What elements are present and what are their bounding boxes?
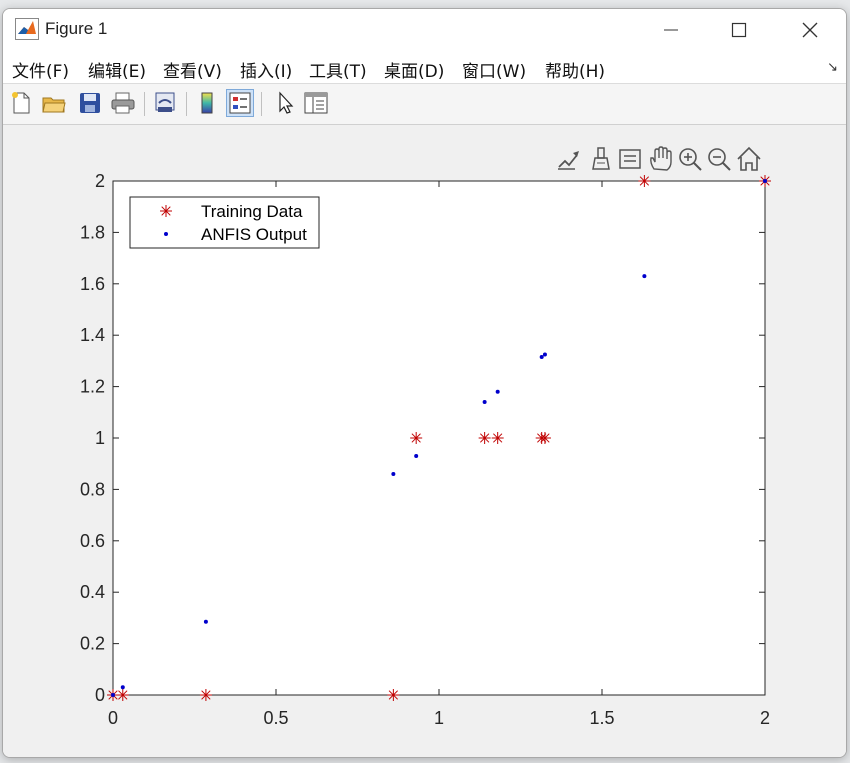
legend-button[interactable] — [226, 89, 254, 117]
figure-toolbar — [3, 84, 846, 125]
link-plot-button[interactable] — [151, 89, 179, 117]
maximize-icon — [731, 22, 747, 38]
maximize-button[interactable] — [716, 9, 762, 51]
open-file-icon — [42, 97, 66, 113]
legend-icon — [229, 92, 251, 114]
legend[interactable]: Training Data ANFIS Output — [129, 196, 320, 249]
x-tick-label: 1.5 — [589, 708, 614, 728]
axes-box — [112, 180, 766, 696]
menu-insert[interactable]: 插入(I) — [240, 57, 292, 82]
menu-window[interactable]: 窗口(W) — [462, 57, 526, 82]
anfis-output-point — [495, 389, 500, 394]
legend-entry-label: ANFIS Output — [201, 225, 307, 244]
matlab-logo-icon — [15, 18, 39, 40]
anfis-output-point — [414, 453, 419, 458]
menu-edit[interactable]: 编辑(E) — [88, 57, 146, 82]
training-data-point — [538, 432, 551, 444]
title-bar[interactable]: Figure 1 — [3, 9, 846, 51]
anfis-output-point — [203, 619, 208, 624]
figure-window: Figure 1 文件(F) 编辑(E) 查看(V) 插入(I) 工具(T) 桌… — [2, 8, 847, 758]
training-data-point — [387, 689, 400, 701]
minimize-icon — [664, 29, 678, 31]
open-file-button[interactable] — [40, 89, 68, 117]
y-tick-label: 1.2 — [80, 377, 105, 397]
save-icon — [80, 93, 100, 113]
plot-area[interactable]: 0 0.5 1 1.5 2 0 0.2 0.4 0.6 0.8 1 1.2 1.4 1.6 1.8 2 Tr… — [3, 125, 846, 757]
y-tick-label: 0.2 — [80, 634, 105, 654]
menu-help[interactable]: 帮助(H) — [545, 57, 605, 82]
colorbar-button[interactable] — [193, 89, 221, 117]
window-title: Figure 1 — [45, 19, 108, 38]
close-icon — [802, 22, 818, 38]
select-pointer-icon — [279, 91, 294, 114]
y-tick-labels: 0 0.2 0.4 0.6 0.8 1 1.2 1.4 1.6 1.8 2 — [80, 171, 105, 705]
y-tick-label: 1.8 — [80, 222, 105, 242]
minimize-button[interactable] — [648, 9, 694, 51]
legend-marker-anfis — [164, 232, 168, 236]
menu-tools[interactable]: 工具(T) — [309, 57, 367, 82]
x-tick-label: 0.5 — [263, 708, 288, 728]
anfis-output-point — [482, 400, 487, 405]
dock-arrow-icon[interactable]: ↘ — [827, 60, 838, 75]
colorbar-icon — [201, 92, 213, 114]
menu-desktop[interactable]: 桌面(D) — [384, 57, 444, 82]
anfis-output-point — [642, 274, 647, 279]
property-inspector-icon — [304, 92, 328, 114]
new-figure-button[interactable] — [7, 89, 35, 117]
anfis-output-point — [542, 352, 547, 357]
y-tick-label: 1 — [95, 428, 105, 448]
anfis-output-point — [763, 179, 767, 183]
training-data-point — [410, 432, 423, 444]
training-data-point — [638, 175, 651, 187]
menu-view[interactable]: 查看(V) — [163, 57, 222, 82]
y-tick-label: 0.6 — [80, 531, 105, 551]
x-tick-label: 2 — [760, 708, 770, 728]
x-tick-label: 0 — [108, 708, 118, 728]
new-figure-icon — [12, 92, 30, 114]
legend-entry-label: Training Data — [201, 202, 303, 221]
close-button[interactable] — [787, 9, 833, 51]
y-tick-label: 0.4 — [80, 582, 105, 602]
x-tick-labels: 0 0.5 1 1.5 2 — [108, 708, 770, 728]
toolbar-separator — [186, 92, 187, 116]
y-tick-label: 0 — [95, 685, 105, 705]
training-data-point — [478, 432, 491, 444]
menu-bar: 文件(F) 编辑(E) 查看(V) 插入(I) 工具(T) 桌面(D) 窗口(W… — [3, 51, 846, 84]
anfis-output-point — [391, 471, 396, 476]
y-tick-label: 1.4 — [80, 325, 105, 345]
training-data-point — [116, 689, 129, 701]
toolbar-separator — [144, 92, 145, 116]
toolbar-separator — [261, 92, 262, 116]
y-tick-label: 0.8 — [80, 479, 105, 499]
link-plot-icon — [155, 92, 175, 112]
save-button[interactable] — [76, 89, 104, 117]
print-button[interactable] — [109, 89, 137, 117]
print-icon — [111, 92, 135, 114]
anfis-output-point — [120, 685, 125, 690]
x-tick-label: 1 — [434, 708, 444, 728]
legend-marker-training — [160, 205, 172, 217]
anfis-output-point — [111, 693, 115, 697]
select-pointer-button[interactable] — [271, 89, 299, 117]
property-inspector-button[interactable] — [302, 89, 330, 117]
figure-canvas: 0 0.5 1 1.5 2 0 0.2 0.4 0.6 0.8 1 1.2 1.4 1.6 1.8 2 Tr… — [3, 125, 846, 757]
menu-file[interactable]: 文件(F) — [12, 57, 69, 82]
y-tick-label: 1.6 — [80, 274, 105, 294]
training-data-point — [199, 689, 212, 701]
anfis-output-point — [539, 355, 544, 360]
training-data-point — [491, 432, 504, 444]
y-tick-label: 2 — [95, 171, 105, 191]
